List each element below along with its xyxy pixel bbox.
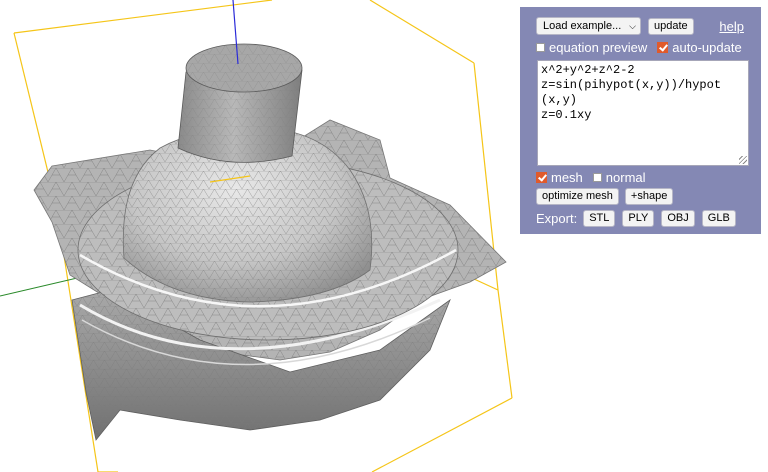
load-example-label: Load example...: [543, 19, 622, 32]
normal-label: normal: [605, 169, 646, 185]
auto-update-label: auto-update: [672, 39, 742, 55]
update-button[interactable]: update: [648, 17, 694, 35]
chevron-down-icon: ⌵: [629, 20, 636, 31]
equation-preview-checkbox[interactable]: [536, 42, 545, 52]
resize-grip-icon[interactable]: [739, 156, 747, 164]
export-label: Export:: [536, 211, 578, 226]
auto-update-checkbox[interactable]: [657, 41, 669, 53]
export-ply-button[interactable]: PLY: [622, 210, 655, 227]
editor-line: z=0.1xy: [541, 108, 592, 122]
export-stl-button[interactable]: STL: [583, 210, 616, 227]
mesh-label: mesh: [551, 169, 583, 185]
export-obj-button[interactable]: OBJ: [661, 210, 695, 227]
editor-line: (x,y): [541, 93, 578, 107]
optimize-mesh-button[interactable]: optimize mesh: [536, 188, 619, 205]
cylinder-top: [177, 43, 303, 163]
help-link[interactable]: help: [719, 19, 744, 34]
editor-line: z=sin(pihypot(x,y))/hypot: [541, 78, 722, 92]
control-panel: Load example... ⌵ update help equation p…: [520, 7, 761, 234]
mesh-checkbox[interactable]: [536, 171, 547, 183]
load-example-select[interactable]: Load example... ⌵: [536, 17, 641, 35]
equation-preview-label: equation preview: [549, 39, 648, 55]
add-shape-button[interactable]: +shape: [624, 188, 674, 205]
export-glb-button[interactable]: GLB: [701, 210, 736, 227]
editor-line: x^2+y^2+z^2-2: [541, 63, 635, 77]
normal-checkbox[interactable]: [592, 172, 602, 182]
equation-editor[interactable]: x^2+y^2+z^2-2 z=sin(pihypot(x,y))/hypot …: [537, 60, 749, 166]
